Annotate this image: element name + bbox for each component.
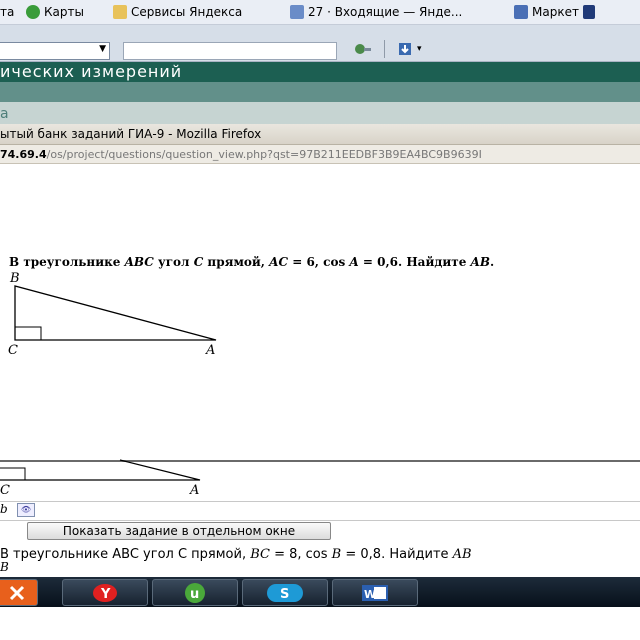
bookmark-label: Маркет	[532, 5, 579, 19]
maps-icon	[26, 5, 40, 19]
search-input[interactable]	[123, 42, 337, 60]
svg-text:u: u	[190, 587, 199, 602]
problem-var: ABC	[124, 255, 154, 269]
site-title: ических измерений	[0, 62, 183, 81]
problem-part: .	[489, 255, 495, 269]
triangle-figure-2: C A	[0, 459, 201, 498]
vertex-b-label: B	[9, 271, 20, 286]
folder-icon	[113, 5, 127, 19]
bookmark-label: та	[0, 5, 15, 19]
skype-icon: S	[267, 583, 303, 602]
problem-var: A	[349, 255, 359, 269]
market-icon	[514, 5, 528, 19]
vertex-a-label: A	[205, 343, 215, 358]
svg-text:Y: Y	[100, 587, 111, 602]
bookmark-market[interactable]: Маркет	[514, 4, 595, 20]
vertex-a-label-2: A	[189, 483, 199, 498]
problem-part: = 6, cos	[288, 255, 350, 269]
vertex-c-label-2: C	[0, 483, 10, 498]
yandex-y-icon: Y	[93, 583, 117, 602]
window-title: ытый банк заданий ГИА-9 - Mozilla Firefo…	[0, 127, 262, 141]
triangle-shape-2	[0, 459, 201, 481]
problem-var: AC	[269, 255, 289, 269]
figure-label-fragment: B	[0, 560, 9, 574]
svg-text:S: S	[280, 587, 289, 602]
chevron-down-icon: ▼	[99, 44, 106, 54]
bookmark-item[interactable]: та	[0, 4, 14, 20]
utorrent-task[interactable]: u	[152, 579, 238, 606]
toolbar-dropdown[interactable]: ▼	[0, 42, 110, 60]
right-angle-mark-2	[0, 467, 26, 480]
problem-part: = 0,8. Найдите	[341, 547, 453, 562]
word-icon: W	[362, 584, 388, 601]
problem-var: B	[331, 547, 342, 562]
bookmark-label: Сервисы Яндекса	[131, 5, 243, 19]
bookmark-label: Карты	[44, 5, 84, 19]
vertex-c-label: C	[8, 343, 18, 358]
bookmark-maps[interactable]: Карты	[26, 4, 84, 20]
site-nav-bar	[0, 82, 640, 102]
svg-text:W: W	[364, 588, 376, 601]
answer-row	[0, 501, 640, 521]
site-tab[interactable]: а	[0, 106, 9, 122]
problem-text: В треугольнике ABC угол C прямой, AC = 6…	[9, 255, 494, 269]
bookmark-label: 27 · Входящие — Янде...	[308, 5, 463, 19]
bookmark-inbox[interactable]: 27 · Входящие — Янде...	[290, 4, 462, 20]
problem-part: = 0,6. Найдите	[358, 255, 471, 269]
triangle-figure: B C A	[8, 271, 217, 358]
right-angle-mark	[15, 326, 42, 340]
word-task[interactable]: W	[332, 579, 418, 606]
bookmarks-bar: та Карты Сервисы Яндекса 27 · Входящие —…	[0, 0, 640, 25]
blank-area	[0, 607, 640, 640]
url-text[interactable]: 74.69.4/os/project/questions/question_vi…	[0, 148, 482, 161]
toolbar-separator	[384, 40, 385, 58]
triangle-shape	[14, 285, 217, 341]
mail-icon	[290, 5, 304, 19]
download-icon	[399, 43, 411, 55]
problem-part: угол	[153, 255, 194, 269]
search-go-icon[interactable]	[352, 40, 374, 58]
url-host: 74.69.4	[0, 148, 47, 161]
yandex-task[interactable]: Y	[62, 579, 148, 606]
problem-var: BC	[250, 547, 270, 562]
problem-part: = 8, cos	[269, 547, 332, 562]
show-task-button[interactable]: Показать задание в отдельном окне	[27, 522, 331, 540]
problem-part: В треугольнике	[9, 255, 125, 269]
overflow-icon[interactable]	[582, 5, 595, 19]
view-answer-button[interactable]: 👁	[17, 503, 35, 517]
yandex-browser-task[interactable]	[0, 579, 38, 606]
problem-var: C	[193, 255, 204, 269]
answer-label: b	[0, 502, 8, 516]
yandex-icon	[9, 585, 25, 600]
url-path: /os/project/questions/question_view.php?…	[46, 148, 482, 161]
problem-var: AB	[452, 547, 472, 562]
chevron-down-icon: ▾	[417, 44, 422, 54]
bookmark-yandex-services[interactable]: Сервисы Яндекса	[113, 4, 242, 20]
problem-part: В треугольнике ABC угол C прямой,	[0, 547, 251, 562]
problem-part: прямой,	[203, 255, 270, 269]
utorrent-icon: u	[185, 582, 205, 603]
download-button[interactable]: ▾	[397, 40, 437, 58]
problem-2-text: В треугольнике ABC угол C прямой, BC = 8…	[0, 547, 472, 562]
site-subnav-bar	[0, 102, 640, 124]
skype-task[interactable]: S	[242, 579, 328, 606]
problem-var: AB	[470, 255, 490, 269]
